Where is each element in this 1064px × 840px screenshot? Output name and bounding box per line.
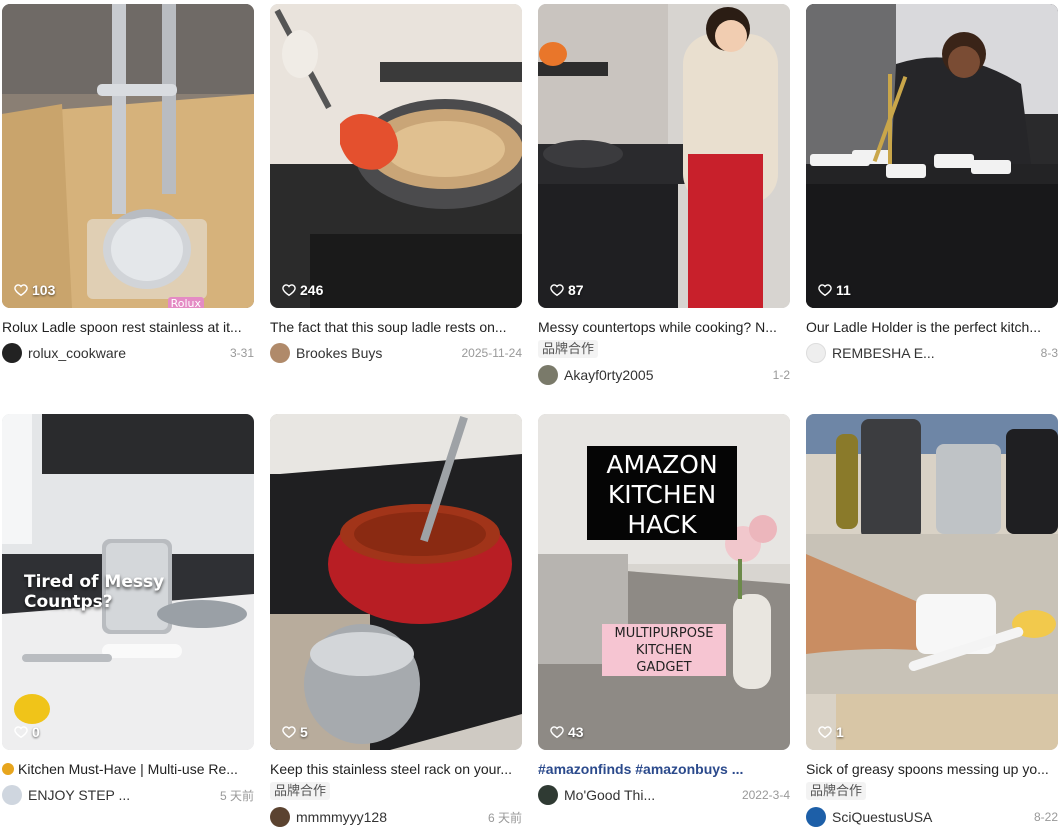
video-title[interactable]: Keep this stainless steel rack on your..… [270,760,522,778]
thumbnail-image [270,4,522,308]
video-thumbnail[interactable]: Rolux 103 [2,4,254,308]
video-thumbnail[interactable]: 87 [538,4,790,308]
like-count-value: 11 [836,282,851,298]
video-title[interactable]: The fact that this soup ladle rests on..… [270,318,522,336]
author-name[interactable]: Mo'Good Thi... [564,787,736,803]
like-count: 87 [550,282,584,298]
brand-watermark: Rolux [167,297,204,308]
post-date: 2025-11-24 [461,346,523,360]
video-title-text: Kitchen Must-Have | Multi-use Re... [18,761,238,777]
video-thumbnail[interactable]: 11 [806,4,1058,308]
like-count: 43 [550,724,584,740]
video-title[interactable]: Sick of greasy spoons messing up yo... [806,760,1058,778]
like-count-value: 87 [568,282,584,298]
video-card[interactable]: 5 Keep this stainless steel rack on your… [270,414,522,828]
like-count: 1 [818,724,844,740]
author-name[interactable]: REMBESHA E... [832,345,1035,361]
heart-outline-icon [14,726,28,739]
like-count-value: 103 [32,282,56,298]
heart-outline-icon [14,284,28,297]
heart-outline-icon [818,284,832,297]
brand-partnership-tag: 品牌合作 [270,782,331,800]
video-card[interactable]: Tired of Messy Countps? 0 Kitchen Must-H… [2,414,254,806]
avatar[interactable] [806,343,826,363]
post-date: 1-2 [772,368,790,382]
like-count-value: 0 [32,724,40,740]
video-card[interactable]: 1 Sick of greasy spoons messing up yo...… [806,414,1058,828]
heart-outline-icon [550,726,564,739]
video-thumbnail[interactable]: Tired of Messy Countps? 0 [2,414,254,750]
like-count: 5 [282,724,308,740]
author-name[interactable]: Akayf0rty2005 [564,367,767,383]
headline-line-2: KITCHEN [607,480,717,509]
video-title[interactable]: Messy countertops while cooking? N... [538,318,790,336]
video-card[interactable]: 87 Messy countertops while cooking? N...… [538,4,790,386]
video-card[interactable]: Rolux 103 Rolux Ladle spoon rest stainle… [2,4,254,364]
thumbnail-image [270,414,522,750]
video-card[interactable]: 246 The fact that this soup ladle rests … [270,4,522,364]
video-thumbnail[interactable]: 5 [270,414,522,750]
avatar[interactable] [2,343,22,363]
like-count: 246 [282,282,323,298]
video-title[interactable]: Our Ladle Holder is the perfect kitch... [806,318,1058,336]
thumbnail-image [538,4,790,308]
video-card[interactable]: 11 Our Ladle Holder is the perfect kitch… [806,4,1058,364]
like-count-value: 246 [300,282,324,298]
like-count-value: 5 [300,724,308,740]
video-thumbnail[interactable]: 246 [270,4,522,308]
avatar[interactable] [270,343,290,363]
video-title[interactable]: Kitchen Must-Have | Multi-use Re... [2,760,254,778]
avatar[interactable] [2,785,22,805]
headline-line-1: AMAZON [606,450,718,479]
author-name[interactable]: mmmmyyy128 [296,809,482,825]
post-date: 8-3 [1040,346,1058,360]
post-date: 3-31 [229,346,254,360]
thumbnail-image [806,4,1058,308]
video-thumbnail[interactable]: 1 [806,414,1058,750]
like-count: 11 [818,282,851,298]
post-date: 2022-3-4 [741,788,790,802]
video-title[interactable]: Rolux Ladle spoon rest stainless at it..… [2,318,254,336]
like-count: 103 [14,282,55,298]
shop-badge-icon [2,763,14,775]
author-name[interactable]: rolux_cookware [28,345,224,361]
subheadline-line-3: GADGET [636,660,692,675]
heart-outline-icon [550,284,564,297]
post-date: 8-22 [1033,810,1058,824]
author-name[interactable]: Brookes Buys [296,345,456,361]
thumbnail-image [2,4,254,308]
brand-partnership-tag: 品牌合作 [806,782,867,800]
author-name[interactable]: SciQuestusUSA [832,809,1028,825]
video-caption-overlay: Tired of Messy Countps? [24,572,165,612]
thumbnail-image [806,414,1058,750]
video-title[interactable]: #amazonfinds #amazonbuys ... [538,760,790,778]
brand-partnership-tag: 品牌合作 [538,340,599,358]
heart-outline-icon [282,284,296,297]
post-date: 6 天前 [487,810,522,825]
avatar[interactable] [538,365,558,385]
subheadline-line-2: KITCHEN [635,643,693,658]
author-name[interactable]: ENJOY STEP ... [28,787,214,803]
like-count-value: 1 [836,724,844,740]
headline-line-3: HACK [627,510,697,539]
avatar[interactable] [806,807,826,827]
like-count: 0 [14,724,40,740]
like-count-value: 43 [568,724,584,740]
subheadline-line-1: MULTIPURPOSE [614,626,714,641]
video-card[interactable]: AMAZON KITCHEN HACK MULTIPURPOSE KITCHEN… [538,414,790,806]
avatar[interactable] [538,785,558,805]
heart-outline-icon [282,726,296,739]
heart-outline-icon [818,726,832,739]
post-date: 5 天前 [219,788,254,803]
video-thumbnail[interactable]: AMAZON KITCHEN HACK MULTIPURPOSE KITCHEN… [538,414,790,750]
avatar[interactable] [270,807,290,827]
